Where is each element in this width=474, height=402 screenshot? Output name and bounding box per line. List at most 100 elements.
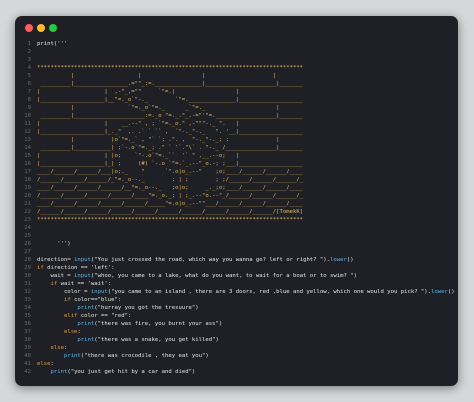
line-number: 18: [24, 177, 31, 183]
ascii-art-text: |___________________|_._" ,. .` ` `` , `…: [37, 129, 304, 135]
line-number: 2: [27, 49, 31, 55]
keyword-token: else: [50, 345, 64, 351]
line-number: 4: [27, 65, 31, 71]
line-number: 23: [24, 217, 31, 223]
line-number: 35: [24, 313, 31, 319]
code-line: 21 ____/______/______/______/______/_____…: [15, 200, 458, 208]
ascii-art-text: | | |o; `"-.o`"=._`` '` " ,__.--o; |: [37, 153, 240, 159]
keyword-token: if: [63, 297, 71, 303]
line-number: 31: [24, 281, 31, 287]
ascii-art-text: /______/______/______/______/______/____…: [37, 209, 304, 215]
maximize-button[interactable]: [49, 24, 57, 32]
line-code: elif color == "red":: [37, 312, 131, 320]
code-line: 9 | `"=._o`"=._ _`"=._ |: [15, 104, 458, 112]
code-line: 20 /______/______/______/______/____"=._o…: [15, 192, 458, 200]
line-number: 5: [27, 73, 31, 79]
code-line: 1 print(''': [15, 40, 458, 48]
line-number: 40: [24, 353, 31, 359]
code-token: :: [50, 361, 54, 367]
function-token: print: [77, 305, 95, 311]
ascii-art-text: | | | |: [37, 73, 277, 79]
code-line: 39 else:: [15, 344, 458, 352]
line-number: 24: [24, 225, 31, 231]
function-token: print: [63, 353, 81, 359]
line-number: 33: [24, 297, 31, 303]
code-token: ("hurray you got the tresuure"): [94, 305, 199, 311]
line-code: | `"=._o`"=._ _`"=._ |: [37, 104, 280, 112]
code-line: 27: [15, 248, 458, 256]
line-code: _________|________________.=""_;=.______…: [37, 80, 303, 88]
function-token: print: [77, 321, 95, 327]
line-number: 26: [24, 241, 31, 247]
ascii-art-text: |___________________|_| ; (#) `-.o `"=.`…: [37, 161, 304, 167]
line-code: else:: [37, 344, 67, 352]
code-line: 22 /______/______/______/______/______/__…: [15, 208, 458, 216]
code-editor[interactable]: 1 print(''' 2 3 4 ***************************…: [15, 40, 458, 382]
line-number: 15: [24, 153, 31, 159]
line-number: 20: [24, 193, 31, 199]
code-token: (): [346, 257, 354, 263]
line-number: 36: [24, 321, 31, 327]
code-line: 4 ***************************************…: [15, 64, 458, 72]
ascii-art-text: | | __.--" , ; `"=._o." ,-"""-._ ". |: [37, 121, 240, 127]
function-token: lower: [330, 257, 347, 263]
line-number: 30: [24, 273, 31, 279]
ascii-art-text: ____/______/______/______/__"=._o--._ ;o…: [37, 185, 304, 191]
ascii-art-text: ____/______/______/______/______/_____"=…: [37, 201, 304, 207]
code-token: color == "red":: [77, 313, 132, 319]
line-number: 1: [27, 41, 31, 47]
line-number: 13: [24, 137, 31, 143]
line-number: 25: [24, 233, 31, 239]
minimize-button[interactable]: [37, 24, 45, 32]
line-number: 22: [24, 209, 31, 215]
code-line: 38 print("there was a snake, you get kil…: [15, 336, 458, 344]
code-line: 10 _________|_____________________:=._o …: [15, 112, 458, 120]
line-number: 7: [27, 89, 31, 95]
code-line: 19 ____/______/______/______/__"=._o--._ …: [15, 184, 458, 192]
line-number: 28: [24, 257, 31, 263]
code-line: 15 | | |o; `"-.o`"=._`` '` " ,__.--o; |: [15, 152, 458, 160]
code-line: 23 **************************************…: [15, 216, 458, 224]
function-token: input: [74, 273, 91, 279]
code-line: 14 _________|___________| ;`-.o`"=._; ."…: [15, 144, 458, 152]
line-code: direction= input("You just crossed the r…: [37, 256, 354, 264]
code-line: 17 ____/______/______/___|o;._ " `".o|o_.…: [15, 168, 458, 176]
line-code: if direction == 'left':: [37, 264, 114, 272]
line-number: 21: [24, 201, 31, 207]
ascii-art-text: _________|________________.=""_;=.______…: [37, 81, 304, 87]
code-line: 5 | | | |: [15, 72, 458, 80]
keyword-token: else: [63, 329, 78, 335]
function-token: print: [50, 369, 68, 375]
ascii-art-text: |___________________|__"=._o`"-._ `"=.__…: [37, 97, 304, 103]
line-code: if color=="blue":: [37, 296, 121, 304]
code-line: 29 if direction == 'left':: [15, 264, 458, 272]
code-token: color =: [37, 289, 91, 295]
line-code: _________|___________| ;`-.o`"=._; ." ` …: [37, 144, 303, 152]
code-line: 18 /______/______/______/_"=._o--._ ; | ;…: [15, 176, 458, 184]
line-code: wait = input("whoo, you came to a lake, …: [37, 272, 356, 280]
code-token: ("You just crossed the road, which way y…: [90, 257, 331, 263]
code-token: :: [77, 329, 81, 335]
line-number: 16: [24, 161, 31, 167]
line-code: | | | |: [37, 72, 276, 80]
line-number: 19: [24, 185, 31, 191]
line-code: else:: [37, 328, 81, 336]
line-code: | | ,-"_,="" `"=.| |: [37, 88, 239, 96]
code-token: ("there was fire, you burnt your ass"): [94, 321, 223, 327]
line-code: _________|_____________________:=._o "=.…: [37, 112, 303, 120]
line-number: 38: [24, 337, 31, 343]
line-code: print("hurray you got the tresuure"): [37, 304, 199, 312]
code-window: 1 print(''' 2 3 4 ***************************…: [15, 16, 458, 386]
close-button[interactable]: [25, 24, 33, 32]
line-code: print(''': [37, 40, 67, 48]
line-code: | | |o; `"-.o`"=._`` '` " ,__.--o; |: [37, 152, 239, 160]
function-token: lower: [431, 289, 448, 295]
code-line: 6 _________|________________.=""_;=.____…: [15, 80, 458, 88]
code-line: 30 wait = input("whoo, you came to a lak…: [15, 272, 458, 280]
line-code: print("there was crocodile , they eat yo…: [37, 352, 209, 360]
